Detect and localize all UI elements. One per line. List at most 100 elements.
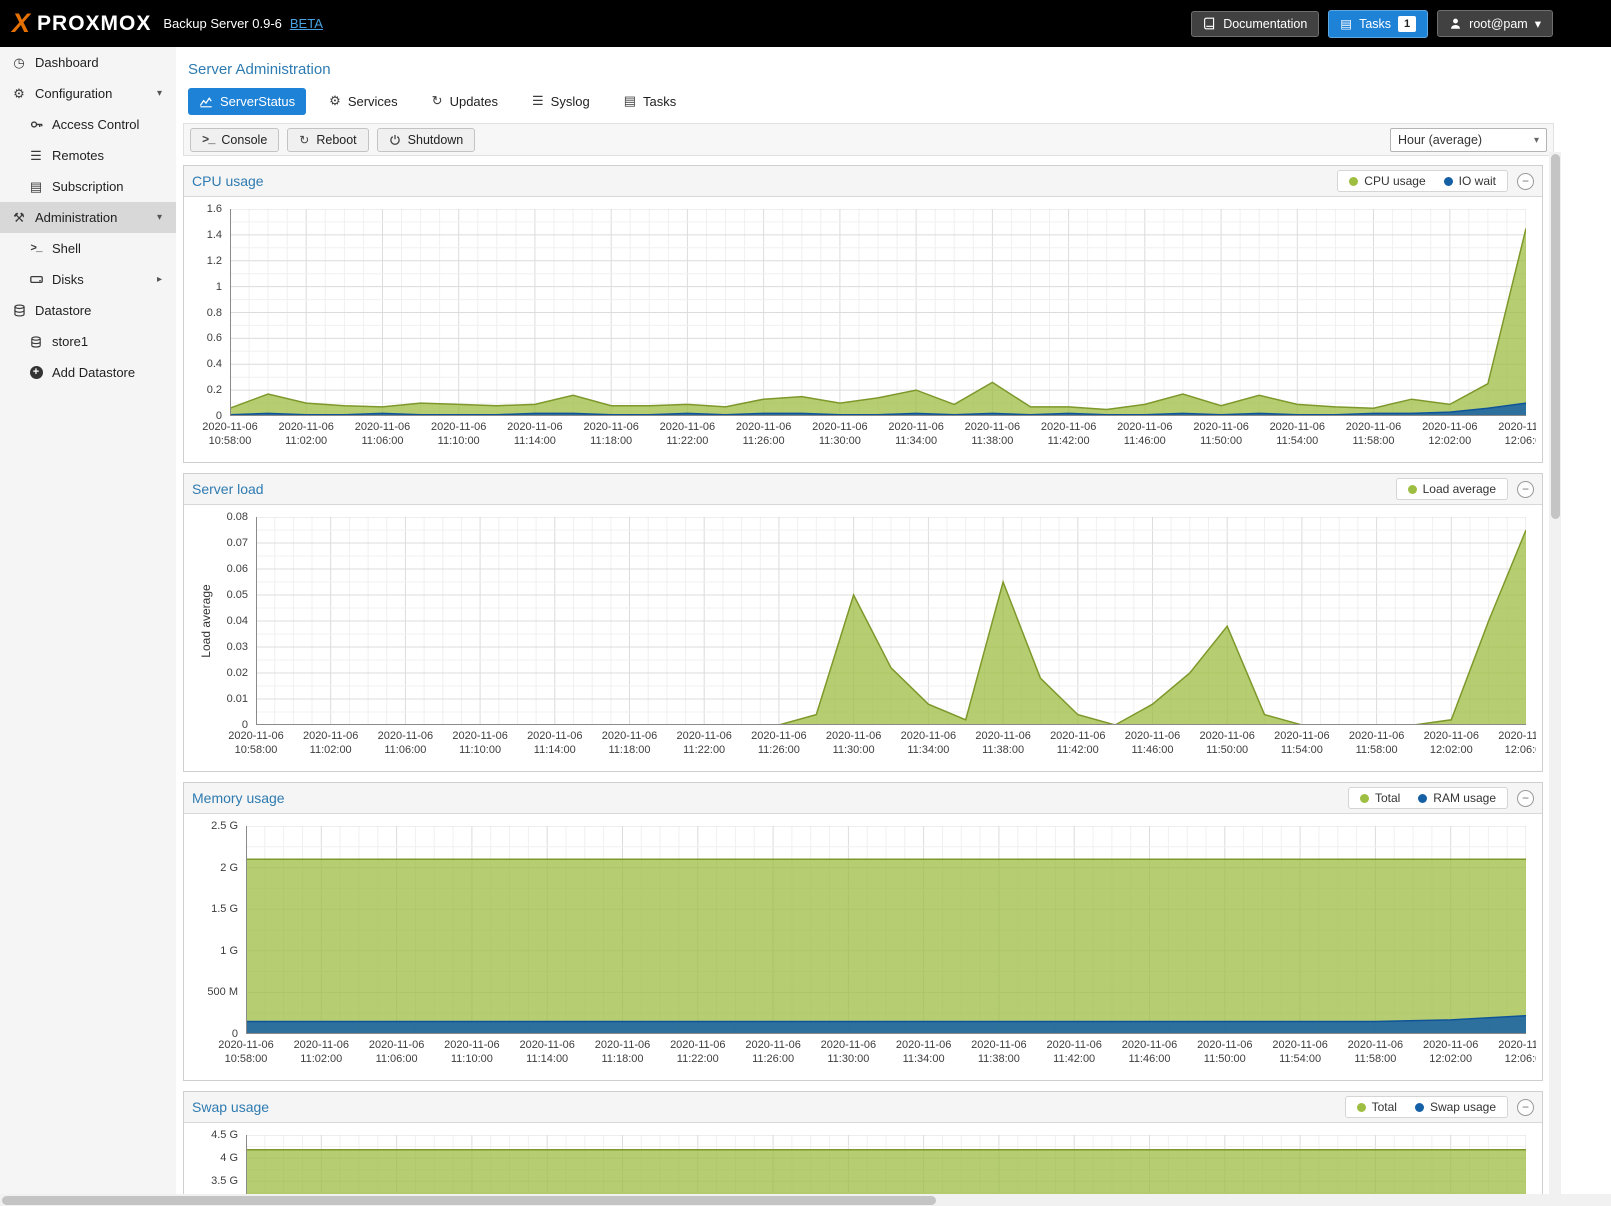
x-axis-tick-label: 2020-11-0611:02:00 [266,420,346,449]
legend-item[interactable]: IO wait [1444,174,1496,188]
y-axis-tick-label: 1 [190,280,222,294]
swap-usage-panel: Swap usage TotalSwap usage − 0500 M1 G1.… [183,1091,1543,1194]
gear-icon: ⚙ [11,86,27,102]
x-axis-tick-label: 2020-11-0611:58:00 [1334,420,1414,449]
sidebar-item-label: store1 [52,334,88,349]
x-axis-tick-label: 2020-11-0611:10:00 [440,729,520,758]
x-axis-tick-label: 2020-11-0611:26:00 [724,420,804,449]
x-axis-tick-label: 2020-11-0611:02:00 [281,1038,361,1067]
y-axis-tick-label: 0.01 [190,692,248,706]
x-axis-tick-label: 2020-11-0612:02:00 [1411,729,1491,758]
y-axis-tick-label: 1.6 [190,202,222,216]
x-axis-tick-label: 2020-11-0611:06:00 [357,1038,437,1067]
documentation-button[interactable]: Documentation [1191,11,1319,37]
sidebar-item-label: Configuration [35,86,112,101]
console-button[interactable]: >_ Console [190,128,279,152]
y-axis-tick-label: 0.8 [190,306,222,320]
sidebar-item-label: Disks [52,272,84,287]
tab-syslog[interactable]: ☰ Syslog [521,87,601,115]
legend-item[interactable]: Total [1357,1100,1397,1114]
tasks-count-badge: 1 [1398,16,1416,32]
database-icon [28,336,44,348]
reboot-button[interactable]: ↻ Reboot [287,128,368,152]
tasks-button[interactable]: ▤ Tasks 1 [1328,10,1428,38]
sidebar-item-label: Dashboard [35,55,99,70]
x-axis-tick-label: 2020-11-0611:06:00 [343,420,423,449]
x-axis-tick-label: 2020-11-0611:10:00 [432,1038,512,1067]
shutdown-button[interactable]: Shutdown [377,128,476,152]
caret-down-icon[interactable]: ▾ [157,212,162,223]
y-axis-tick-label: 1.2 [190,254,222,268]
x-axis-tick-label: 2020-11-0611:30:00 [808,1038,888,1067]
x-axis-tick-label: 2020-11-0611:10:00 [419,420,499,449]
x-axis-tick-label: 2020-11-0611:14:00 [495,420,575,449]
beta-link[interactable]: BETA [290,16,323,31]
y-axis-tick-label: 4.5 G [190,1128,238,1142]
vertical-scrollbar-thumb[interactable] [1551,154,1560,519]
legend-item[interactable]: Load average [1408,482,1496,496]
legend-item[interactable]: Swap usage [1415,1100,1496,1114]
sidebar-item-store1[interactable]: store1 [0,326,176,357]
terminal-icon: >_ [28,243,44,255]
sidebar-item-label: Add Datastore [52,365,135,380]
legend-dot-icon [1415,1103,1424,1112]
legend-item[interactable]: RAM usage [1418,791,1496,805]
tab-tasks[interactable]: ▤ Tasks [613,87,688,115]
tab-updates[interactable]: ↻ Updates [421,87,509,115]
user-icon [1449,17,1462,30]
collapse-panel-icon[interactable]: − [1517,173,1534,190]
caret-down-icon[interactable]: ▾ [157,88,162,99]
list-icon: ☰ [28,148,44,164]
app-header: X PROXMOX Backup Server 0.9-6 BETA Docum… [0,0,1611,47]
legend-item[interactable]: Total [1360,791,1400,805]
certificate-icon: ▤ [28,179,44,195]
sidebar-item-label: Administration [35,210,117,225]
wrench-icon: ⚒ [11,210,27,226]
chart-plot [256,517,1526,725]
panel-header: Memory usage TotalRAM usage − [184,783,1542,814]
database-icon [11,304,27,317]
chart-plot [246,826,1526,1034]
sidebar-item-subscription[interactable]: ▤ Subscription [0,171,176,202]
horizontal-scrollbar[interactable] [0,1194,1611,1206]
sidebar-item-label: Subscription [52,179,124,194]
sidebar-item-administration[interactable]: ⚒ Administration ▾ [0,202,176,233]
caret-right-icon[interactable]: ▸ [157,274,162,285]
x-axis-tick-label: 2020-11-0611:30:00 [814,729,894,758]
tab-serverstatus[interactable]: ServerStatus [188,88,306,115]
tab-services[interactable]: ⚙ Services [318,87,409,115]
legend-item[interactable]: CPU usage [1349,174,1425,188]
y-axis-tick-label: 0.02 [190,666,248,680]
sidebar-item-add-datastore[interactable]: + Add Datastore [0,357,176,388]
x-axis-tick-label: 2020-11-0611:14:00 [507,1038,587,1067]
book-icon [1203,17,1216,30]
x-axis-tick-label: 2020-11-0611:06:00 [365,729,445,758]
collapse-panel-icon[interactable]: − [1517,481,1534,498]
timeframe-select[interactable]: Hour (average) ▾ [1390,128,1547,152]
sidebar-item-remotes[interactable]: ☰ Remotes [0,140,176,171]
reboot-icon: ↻ [299,133,309,147]
sidebar-item-datastore[interactable]: Datastore [0,295,176,326]
collapse-panel-icon[interactable]: − [1517,790,1534,807]
panel-header: Swap usage TotalSwap usage − [184,1092,1542,1123]
memory-usage-panel: Memory usage TotalRAM usage − 0500 M1 G1… [183,782,1543,1081]
sidebar-item-access-control[interactable]: Access Control [0,109,176,140]
key-icon [28,118,44,131]
sidebar-item-shell[interactable]: >_ Shell [0,233,176,264]
collapse-panel-icon[interactable]: − [1517,1099,1534,1116]
x-axis-tick-label: 2020-11-0611:42:00 [1038,729,1118,758]
hard-disk-icon [28,273,44,286]
legend-dot-icon [1349,177,1358,186]
panel-title: Server load [192,481,264,497]
user-menu-button[interactable]: root@pam ▾ [1437,10,1553,37]
x-axis-tick-label: 2020-11-0610:58:00 [190,420,270,449]
x-axis-tick-label: 2020-11-0611:14:00 [515,729,595,758]
y-axis-tick-label: 0.4 [190,357,222,371]
x-axis-tick-label: 2020-11-0611:02:00 [291,729,371,758]
sidebar-item-configuration[interactable]: ⚙ Configuration ▾ [0,78,176,109]
vertical-scrollbar[interactable] [1549,152,1561,1194]
horizontal-scrollbar-thumb[interactable] [2,1196,936,1205]
sidebar-item-dashboard[interactable]: ◷ Dashboard [0,47,176,78]
sidebar-item-disks[interactable]: Disks ▸ [0,264,176,295]
x-axis-tick-label: 2020-11-0611:26:00 [739,729,819,758]
